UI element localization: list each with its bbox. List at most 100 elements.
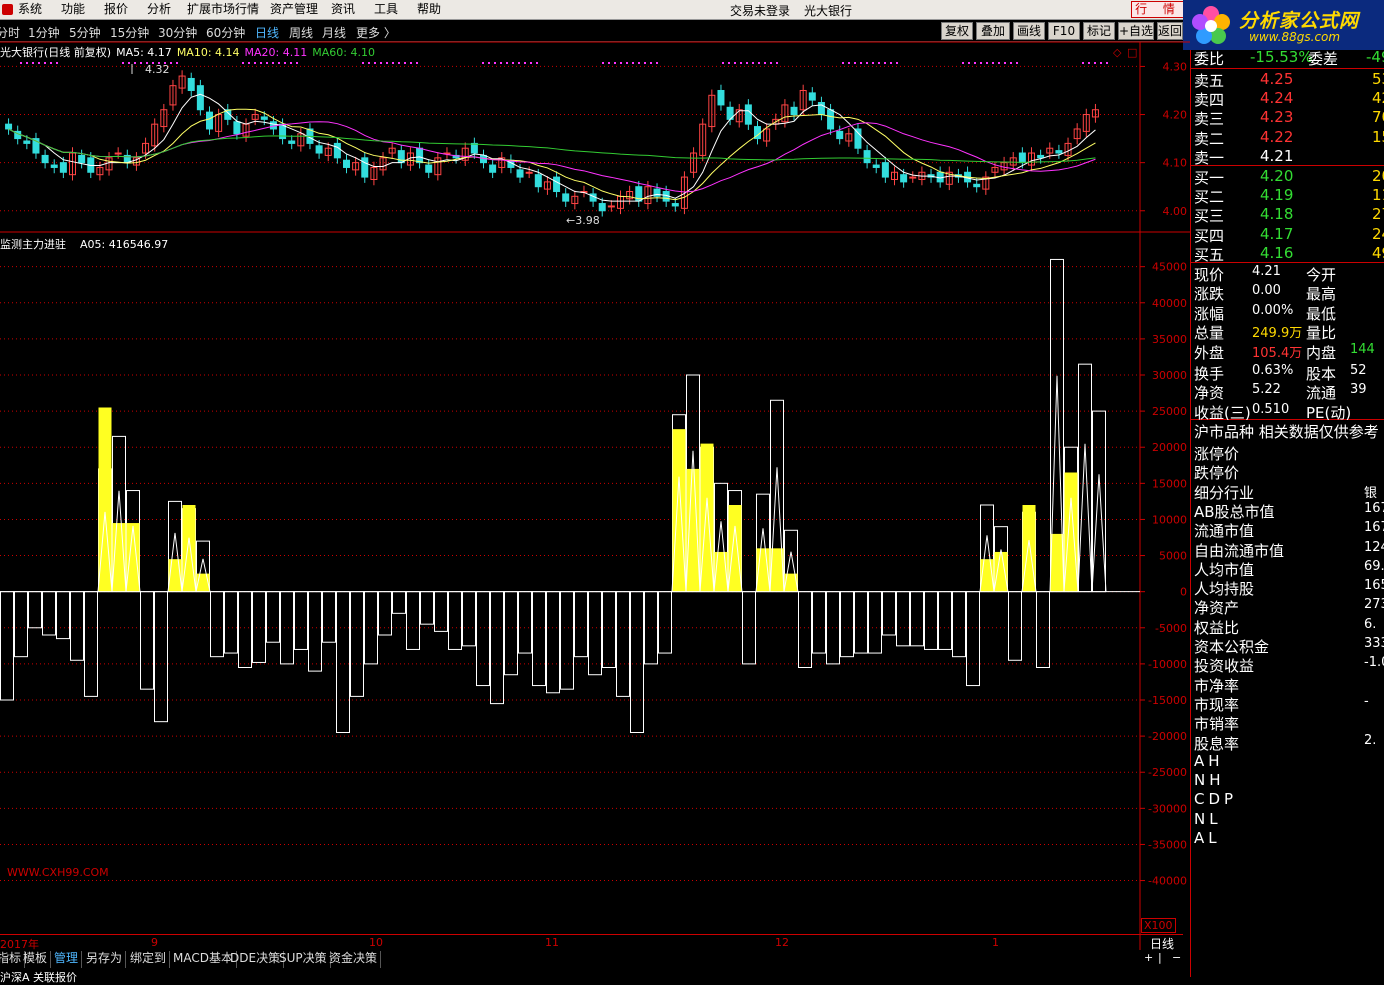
indicator-bar <box>588 591 602 676</box>
marker-dot <box>386 62 388 64</box>
buy-row[interactable]: 买三 4.18 27 <box>1194 205 1384 226</box>
marker-dot <box>44 62 46 64</box>
zoom-out-icon[interactable]: − <box>1172 951 1181 964</box>
indicator-axis-label: -25000 <box>1148 766 1187 779</box>
zoom-in-icon[interactable]: + <box>1144 951 1153 964</box>
tab-manage[interactable]: 管理 <box>51 951 83 968</box>
quote-value: 0.63% <box>1252 363 1294 378</box>
quote-value: 0.00% <box>1252 302 1294 318</box>
candle-body <box>1018 152 1026 164</box>
f10-row: 自由流通市值 124 <box>1194 540 1384 560</box>
order-price: 4.21 <box>1260 146 1294 165</box>
f10-row: 市净率 <box>1194 675 1240 695</box>
f10-row: 市现率 - <box>1194 694 1369 714</box>
buy-row[interactable]: 买一 4.20 20 <box>1194 167 1384 187</box>
price-axis-label: 4.30 <box>1163 60 1188 73</box>
sell-row[interactable]: 卖五 4.25 53 <box>1194 70 1384 90</box>
f10-value: 333 <box>1364 636 1384 651</box>
candle-body <box>470 142 478 154</box>
marker-dot <box>878 62 880 64</box>
buy-row[interactable]: 买五 4.16 49 <box>1194 244 1384 264</box>
date-label: 9 <box>151 936 158 949</box>
tab-template[interactable]: 模板 <box>20 951 52 968</box>
order-price: 4.19 <box>1260 186 1294 205</box>
marker-dot <box>284 62 286 64</box>
price-info-line: 光大银行(日线 前复权) MA5: 4.17 MA10: 4.14 MA20: 4.1… <box>0 44 380 60</box>
order-volume: 24 <box>1372 224 1384 243</box>
quote-label-2: PE(动) <box>1306 403 1352 422</box>
low-price-label: ←3.98 <box>566 214 600 227</box>
marker-dot <box>896 62 898 64</box>
f10-label: 市净率 <box>1194 676 1240 695</box>
marker-dot <box>842 62 844 64</box>
marker-dot <box>362 62 364 64</box>
candle-body <box>817 102 825 116</box>
order-volume: 42 <box>1372 89 1384 108</box>
marker-dot <box>410 62 412 64</box>
order-volume: 27 <box>1372 205 1384 224</box>
date-label: 10 <box>369 936 383 949</box>
quote-value-2: 144 <box>1350 341 1375 357</box>
candle-body <box>562 193 570 202</box>
sell-row[interactable]: 卖二 4.22 15 <box>1194 128 1384 148</box>
buy-row[interactable]: 买四 4.17 24 <box>1194 225 1384 245</box>
order-label: 买四 <box>1194 226 1225 245</box>
indicator-axis-label: -20000 <box>1148 730 1187 743</box>
tab-save-as[interactable]: 另存为 <box>83 951 127 968</box>
stock-chart[interactable]: 4.32 ←3.98 4.30 4.20 4.10 4.00 ◇ □ 45000 40000 350… <box>0 0 1190 950</box>
tab-bind-to[interactable]: 绑定到 <box>127 951 171 968</box>
quote-row: 收益(三) 0.510 PE(动) <box>1194 402 1351 422</box>
order-label: 买二 <box>1194 188 1225 207</box>
indicator-axis-label: -5000 <box>1155 622 1187 635</box>
indicator-bar <box>462 591 476 647</box>
indicator-yellow-bar <box>1050 533 1064 592</box>
indicator-bar <box>420 591 434 625</box>
f10-row: AL <box>1194 829 1221 848</box>
marker-dot <box>986 62 988 64</box>
indicator-bar <box>42 591 56 636</box>
quote-label: 净资 <box>1194 384 1225 403</box>
tab-fund[interactable]: 资金决策 <box>326 951 382 968</box>
flower-logo-icon <box>1192 6 1230 44</box>
indicator-bar <box>896 591 910 647</box>
candle-body <box>598 203 606 212</box>
marker-dot <box>1106 62 1108 64</box>
quote-row: 涨跌 0.00 最高 <box>1194 283 1336 303</box>
marker-dot <box>368 62 370 64</box>
order-label: 卖一 <box>1194 148 1225 167</box>
f10-row: NH <box>1194 771 1225 790</box>
quote-label: 换手 <box>1194 365 1225 383</box>
quote-panel: 委比 -15.53% 委差 -49 沪市品种 相关数据仅供参考 卖五4.2553… <box>1190 50 1384 977</box>
indicator-bar <box>560 591 574 690</box>
quote-value-2: 52 <box>1350 363 1367 378</box>
order-label: 买三 <box>1194 207 1225 226</box>
indicator-bar <box>812 591 826 654</box>
f10-row: 投资收益 -1.0 <box>1194 655 1384 675</box>
tab-sup[interactable]: SUP决策 <box>276 951 331 968</box>
high-price-label: 4.32 <box>145 63 170 76</box>
marker-dot <box>38 62 40 64</box>
brand-logo: 分析家公式网 www.88gs.com <box>1183 0 1384 50</box>
buy-row[interactable]: 买二 4.19 11 <box>1194 186 1384 207</box>
indicator-axis-label: 15000 <box>1152 477 1187 490</box>
marker-dot <box>260 62 262 64</box>
indicator-bar <box>224 591 238 654</box>
order-price: 4.24 <box>1260 89 1294 108</box>
marker-dot <box>398 62 400 64</box>
candle-body <box>808 92 816 101</box>
quote-value: 105.4万 <box>1252 345 1303 361</box>
sell-row[interactable]: 卖一 4.21 <box>1194 147 1293 167</box>
indicator-bar <box>56 591 70 640</box>
sell-row[interactable]: 卖四 4.24 42 <box>1194 89 1384 110</box>
f10-row: 跌停价 <box>1194 462 1239 482</box>
indicator-yellow-bar <box>196 573 210 592</box>
sell-row[interactable]: 卖三 4.23 70 <box>1194 108 1384 128</box>
indicator-bar <box>406 591 420 650</box>
quote-label: 涨幅 <box>1194 304 1225 323</box>
marker-dot <box>536 62 538 64</box>
bottom-toolbar: 指标 模板 管理 另存为 绑定到 MACD基本 DDE决策 SUP决策 资金决策… <box>0 950 1190 977</box>
indicator-axis-label: -10000 <box>1148 658 1187 671</box>
candle-body <box>489 164 497 173</box>
order-label: 卖四 <box>1194 91 1225 110</box>
indicator-axis-label: 10000 <box>1152 513 1187 526</box>
